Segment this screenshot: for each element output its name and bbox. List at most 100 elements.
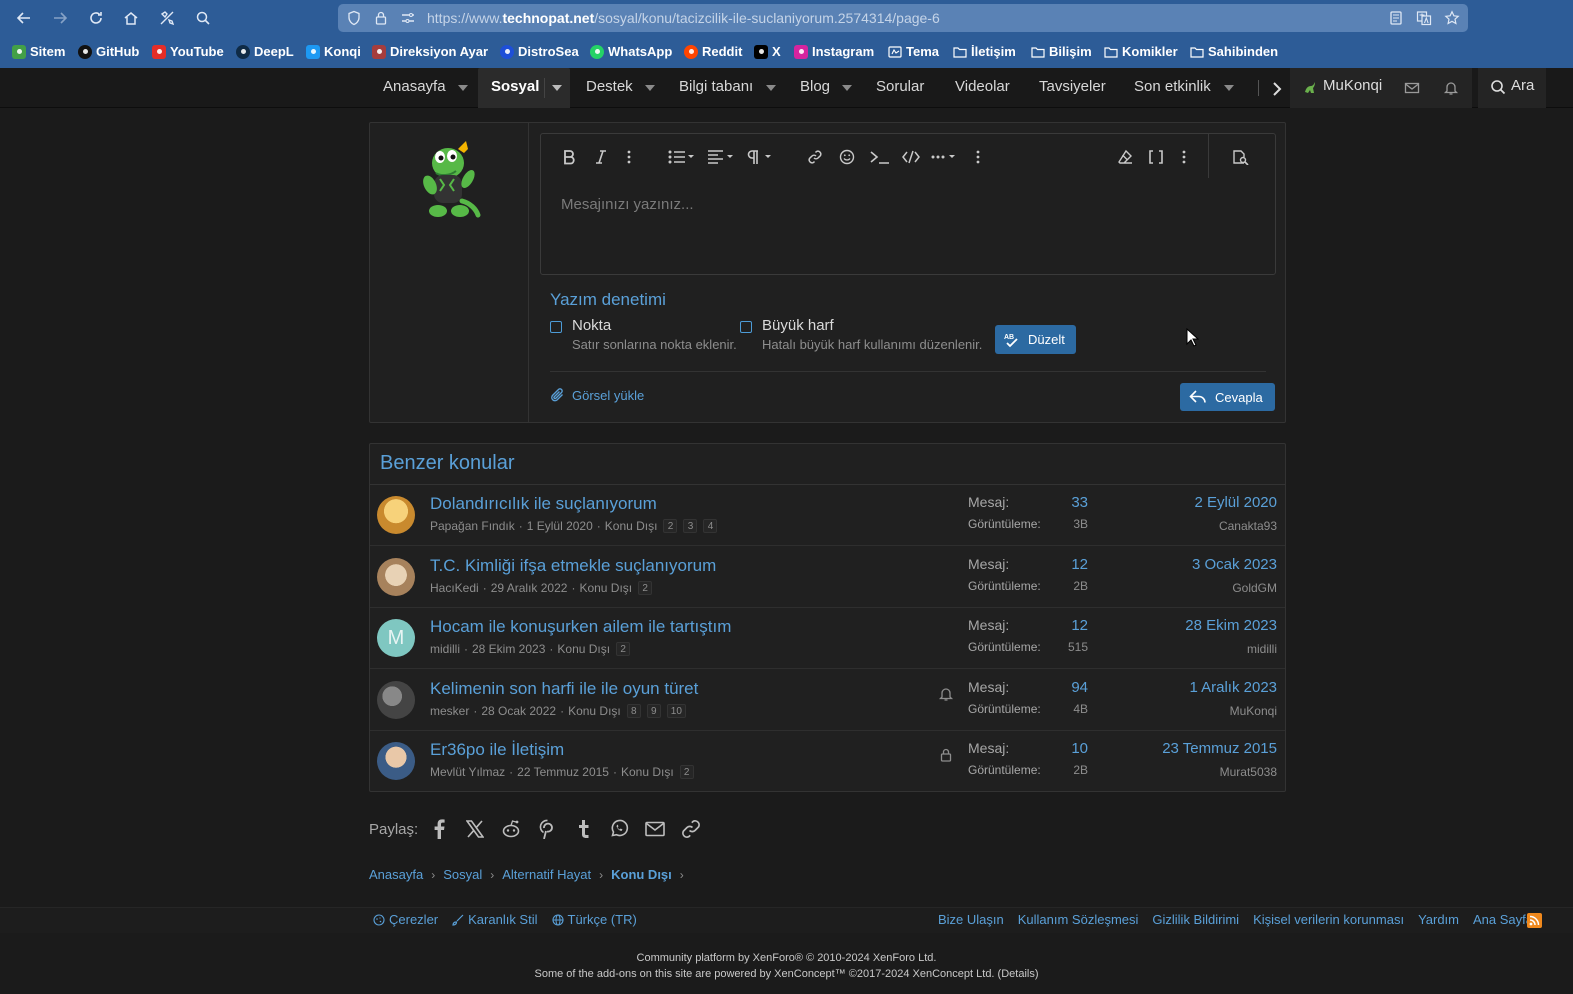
list-icon[interactable] (668, 148, 696, 166)
language-link[interactable]: Türkçe (TR) (551, 912, 637, 927)
upload-image-button[interactable]: Görsel yükle (550, 387, 644, 403)
bookmark-14[interactable]: Komikler (1104, 44, 1178, 59)
message-editor[interactable]: Mesajınızı yazınız... (540, 133, 1276, 275)
thread-author[interactable]: mesker (430, 704, 469, 718)
thread-author[interactable]: Papağan Fındık (430, 519, 515, 533)
search-icon[interactable] (193, 8, 213, 28)
reader-view-icon[interactable] (1388, 10, 1404, 26)
thread-forum[interactable]: Konu Dışı (557, 642, 610, 656)
bookmark-12[interactable]: İletişim (953, 44, 1016, 59)
thread-title[interactable]: T.C. Kimliği ifşa etmekle suçlanıyorum (430, 556, 716, 576)
italic-icon[interactable] (592, 148, 610, 166)
avatar[interactable] (377, 496, 415, 534)
bookmark-15[interactable]: Sahibinden (1190, 44, 1278, 59)
tab-videolar[interactable]: Videolar (955, 68, 1010, 108)
last-post-date[interactable]: 2 Eylül 2020 (1194, 494, 1277, 511)
eraser-icon[interactable] (1116, 148, 1134, 166)
page-link[interactable]: 3 (683, 519, 698, 533)
nokta-checkbox[interactable] (550, 321, 562, 333)
pinterest-icon[interactable] (536, 818, 558, 840)
fix-button[interactable]: AB Düzelt (995, 325, 1076, 354)
thread-title[interactable]: Kelimenin son harfi ile ile oyun türet (430, 679, 698, 699)
user-name[interactable]: MuKonqi (1323, 77, 1382, 94)
tab-son-etkinlik[interactable]: Son etkinlik (1134, 68, 1211, 108)
chevron-down-icon[interactable] (766, 85, 776, 91)
footer-link[interactable]: Ana Sayfa (1473, 912, 1533, 927)
facebook-icon[interactable] (428, 818, 450, 840)
paragraph-icon[interactable] (746, 148, 774, 166)
bookmark-0[interactable]: Sitem (12, 44, 65, 59)
thread-date[interactable]: 1 Eylül 2020 (527, 519, 593, 533)
bookmark-5[interactable]: Direksiyon Ayar (372, 44, 488, 59)
page-link[interactable]: 10 (666, 703, 686, 718)
footer-link[interactable]: Kullanım Sözleşmesi (1018, 912, 1139, 927)
chevron-down-icon[interactable] (842, 85, 852, 91)
page-link[interactable]: 2 (616, 642, 631, 656)
thread-author[interactable]: HacıKedi (430, 581, 479, 595)
last-post-user[interactable]: GoldGM (1232, 581, 1277, 595)
tab-bilgi-tabani[interactable]: Bilgi tabanı (679, 68, 753, 108)
bookmark-13[interactable]: Bilişim (1031, 44, 1092, 59)
align-icon[interactable] (707, 148, 735, 166)
bookmark-9[interactable]: X (754, 44, 781, 59)
emoji-icon[interactable] (838, 148, 856, 166)
breadcrumb-item[interactable]: Alternatif Hayat (502, 867, 591, 882)
bookmark-8[interactable]: Reddit (684, 44, 742, 59)
chevron-down-icon[interactable] (1224, 85, 1234, 91)
link-icon[interactable] (806, 148, 824, 166)
breadcrumb-item[interactable]: Anasayfa (369, 867, 423, 882)
breadcrumb-item[interactable]: Sosyal (443, 867, 482, 882)
page-link[interactable]: 4 (703, 519, 718, 533)
bookmark-7[interactable]: WhatsApp (590, 44, 672, 59)
thread-forum[interactable]: Konu Dışı (621, 765, 674, 779)
scroll-right-icon[interactable] (1268, 80, 1286, 98)
reload-icon[interactable] (86, 8, 106, 28)
x-icon[interactable] (464, 818, 486, 840)
bookmark-3[interactable]: DeepL (236, 44, 294, 59)
page-link[interactable]: 2 (679, 765, 694, 779)
thread-forum[interactable]: Konu Dışı (605, 519, 658, 533)
tab-tavsiyeler[interactable]: Tavsiyeler (1039, 68, 1106, 108)
last-post-date[interactable]: 3 Ocak 2023 (1192, 556, 1277, 573)
last-post-user[interactable]: MuKonqi (1230, 704, 1277, 718)
bookmark-6[interactable]: DistroSea (500, 44, 579, 59)
more-horizontal-icon[interactable] (931, 148, 959, 166)
thread-title[interactable]: Er36po ile İletişim (430, 740, 564, 760)
user-avatar-icon[interactable] (1302, 80, 1318, 96)
thread-author[interactable]: midilli (430, 642, 460, 656)
avatar[interactable] (377, 557, 415, 596)
tab-anasayfa[interactable]: Anasayfa (383, 68, 446, 108)
cookies-link[interactable]: Çerezler (373, 912, 438, 927)
bookmark-10[interactable]: Instagram (794, 44, 874, 59)
bookmark-2[interactable]: YouTube (152, 44, 224, 59)
terminal-icon[interactable] (869, 148, 891, 166)
footer-link[interactable]: Kişisel verilerin korunması (1253, 912, 1404, 927)
url-bar[interactable]: https://www.technopat.net/sosyal/konu/ta… (338, 4, 1468, 32)
back-arrow-icon[interactable] (14, 8, 34, 28)
thread-date[interactable]: 28 Ocak 2022 (481, 704, 556, 718)
tools-icon[interactable] (157, 8, 177, 28)
brackets-icon[interactable] (1147, 148, 1165, 166)
breadcrumb-item[interactable]: Konu Dışı (611, 867, 672, 882)
bookmark-4[interactable]: Konqi (306, 44, 361, 59)
last-post-date[interactable]: 1 Aralık 2023 (1189, 679, 1277, 696)
style-link[interactable]: Karanlık Stil (452, 912, 538, 927)
tab-sorular[interactable]: Sorular (876, 68, 924, 108)
forward-arrow-icon[interactable] (50, 8, 70, 28)
last-post-date[interactable]: 28 Ekim 2023 (1185, 617, 1277, 634)
thread-date[interactable]: 29 Aralık 2022 (491, 581, 568, 595)
more-vertical-icon[interactable] (620, 148, 638, 166)
chevron-down-icon[interactable] (552, 85, 562, 91)
footer-link[interactable]: Yardım (1418, 912, 1459, 927)
last-post-user[interactable]: Canakta93 (1219, 519, 1277, 533)
tab-blog[interactable]: Blog (800, 68, 830, 108)
email-icon[interactable] (644, 818, 666, 840)
bookmark-1[interactable]: GitHub (78, 44, 139, 59)
whatsapp-icon[interactable] (608, 818, 630, 840)
page-link[interactable]: 2 (663, 519, 678, 533)
avatar[interactable] (377, 680, 415, 719)
home-icon[interactable] (121, 8, 141, 28)
thread-title[interactable]: Hocam ile konuşurken ailem ile tartıştım (430, 617, 731, 637)
buyuk-harf-checkbox[interactable] (740, 321, 752, 333)
footer-link[interactable]: Gizlilik Bildirimi (1152, 912, 1239, 927)
